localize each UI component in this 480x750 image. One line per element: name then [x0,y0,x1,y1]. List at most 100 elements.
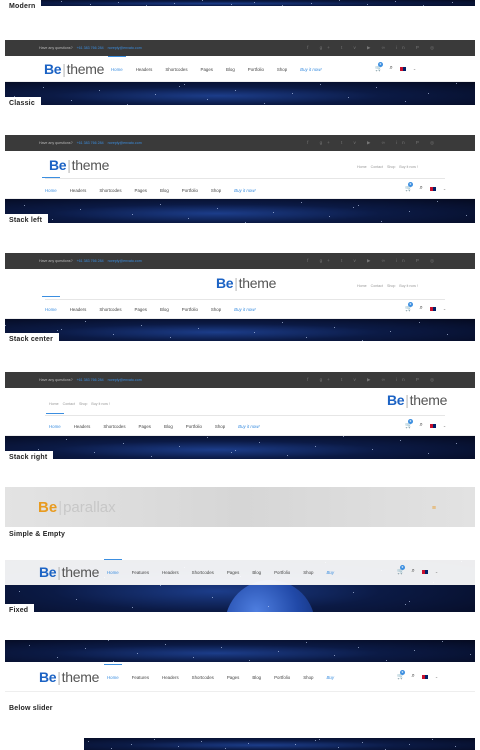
social-icons[interactable]: f g+ t v ▶ ∞ in P ◎ [307,377,439,383]
parallax-logo[interactable]: Be|parallax [38,499,116,516]
menu-item-blog[interactable]: Blog [160,307,169,312]
menu-item-blog[interactable]: Blog [252,675,261,680]
menu-item-blog[interactable]: Blog [160,188,169,193]
top-link-buy[interactable]: Buy it now ! [399,284,418,288]
menu-item-shortcodes[interactable]: Shortcodes [192,570,214,575]
language-flag-icon[interactable] [399,66,406,71]
menu-item-shop[interactable]: Shop [215,424,225,429]
menu-item-headers[interactable]: Headers [136,67,153,72]
menu-item-shortcodes[interactable]: Shortcodes [165,67,187,72]
menu-item-shop[interactable]: Shop [211,307,221,312]
menu-item-portfolio[interactable]: Portfolio [274,570,290,575]
menu-item-shortcodes[interactable]: Shortcodes [99,188,121,193]
cart-icon[interactable]: 🛒 0 [397,670,405,680]
social-icons[interactable]: f g+ t v ▶ ∞ in P ◎ [307,45,439,51]
chevron-down-icon[interactable]: ⌄ [443,186,446,191]
cart-icon[interactable]: 🛒 0 [397,565,405,575]
cart-icon[interactable]: 🛒 0 [405,182,413,192]
language-flag-icon[interactable] [429,306,436,311]
menu-item-buy[interactable]: Buy [327,570,335,575]
menu-item-blog[interactable]: Blog [252,570,261,575]
menu-item-portfolio[interactable]: Portfolio [182,188,198,193]
top-link-home[interactable]: Home [49,402,59,406]
menu-item-headers[interactable]: Headers [70,307,87,312]
search-icon[interactable]: ⌕ [419,422,422,429]
menu-item-portfolio[interactable]: Portfolio [186,424,202,429]
top-link-shop[interactable]: Shop [387,165,395,169]
menu-item-shop[interactable]: Shop [303,675,313,680]
menu-item-shop[interactable]: Shop [211,188,221,193]
top-link-contact[interactable]: Contact [63,402,75,406]
chevron-down-icon[interactable]: ⌄ [413,66,416,71]
language-flag-icon[interactable] [421,674,428,679]
hamburger-menu-icon[interactable]: ≡ [432,505,436,512]
menu-item-headers[interactable]: Headers [74,424,91,429]
menu-item-buy[interactable]: Buy [327,675,335,680]
phone-link[interactable]: +61 383 766 284 [77,46,104,50]
top-link-contact[interactable]: Contact [371,165,383,169]
menu-item-headers[interactable]: Headers [162,675,179,680]
menu-item-home[interactable]: Home [104,664,122,680]
chevron-down-icon[interactable]: ⌄ [435,569,438,574]
language-flag-icon[interactable] [421,569,428,574]
email-link[interactable]: noreply@envato.com [108,46,142,50]
menu-item-features[interactable]: Features [132,675,149,680]
top-link-buy[interactable]: Buy it now ! [399,165,418,169]
menu-item-buy[interactable]: Buy it now! [234,307,255,312]
cart-icon[interactable]: 🛒 0 [405,419,413,429]
menu-item-pages[interactable]: Pages [139,424,151,429]
menu-item-home[interactable]: Home [108,56,126,72]
menu-item-blog[interactable]: Blog [164,424,173,429]
chevron-down-icon[interactable]: ⌄ [443,306,446,311]
site-logo[interactable]: Be|theme [39,669,99,685]
chevron-down-icon[interactable]: ⌄ [443,423,446,428]
menu-item-buy[interactable]: Buy it now! [238,424,259,429]
menu-item-portfolio[interactable]: Portfolio [182,307,198,312]
email-link[interactable]: noreply@envato.com [108,378,142,382]
menu-item-pages[interactable]: Pages [135,188,147,193]
top-link-buy[interactable]: Buy it now ! [91,402,110,406]
menu-item-shop[interactable]: Shop [277,67,287,72]
menu-item-blog[interactable]: Blog [226,67,235,72]
menu-item-features[interactable]: Features [132,570,149,575]
menu-item-home[interactable]: Home [42,177,60,193]
menu-item-shop[interactable]: Shop [303,570,313,575]
social-icons[interactable]: f g+ t v ▶ ∞ in P ◎ [307,258,439,264]
top-link-home[interactable]: Home [357,165,367,169]
menu-item-buy[interactable]: Buy it now! [234,188,255,193]
phone-link[interactable]: +61 383 766 284 [77,259,104,263]
cart-icon[interactable]: 🛒 0 [405,302,413,312]
menu-item-shortcodes[interactable]: Shortcodes [99,307,121,312]
email-link[interactable]: noreply@envato.com [108,141,142,145]
social-icons[interactable]: f g+ t v ▶ ∞ in P ◎ [307,140,439,146]
site-logo[interactable]: Be|theme [44,61,104,77]
search-icon[interactable]: ⌕ [419,185,422,192]
search-icon[interactable]: ⌕ [419,305,422,312]
menu-item-headers[interactable]: Headers [162,570,179,575]
language-flag-icon[interactable] [429,186,436,191]
menu-item-home[interactable]: Home [104,559,122,575]
search-icon[interactable]: ⌕ [411,568,414,575]
phone-link[interactable]: +61 383 766 284 [77,141,104,145]
site-logo[interactable]: Be|theme [387,392,447,408]
chevron-down-icon[interactable]: ⌄ [435,674,438,679]
menu-item-home[interactable]: Home [46,413,64,429]
site-logo[interactable]: Be|theme [49,157,109,173]
top-link-home[interactable]: Home [357,284,367,288]
menu-item-buy[interactable]: Buy it now! [300,67,321,72]
menu-item-home[interactable]: Home [42,296,60,312]
email-link[interactable]: noreply@envato.com [108,259,142,263]
menu-item-pages[interactable]: Pages [227,675,239,680]
top-link-shop[interactable]: Shop [387,284,395,288]
menu-item-pages[interactable]: Pages [201,67,213,72]
cart-icon[interactable]: 🛒 0 [375,62,383,72]
phone-link[interactable]: +61 383 766 284 [77,378,104,382]
search-icon[interactable]: ⌕ [389,65,392,72]
menu-item-shortcodes[interactable]: Shortcodes [103,424,125,429]
top-link-contact[interactable]: Contact [371,284,383,288]
site-logo[interactable]: Be|theme [216,275,276,291]
menu-item-shortcodes[interactable]: Shortcodes [192,675,214,680]
menu-item-portfolio[interactable]: Portfolio [248,67,264,72]
menu-item-headers[interactable]: Headers [70,188,87,193]
menu-item-pages[interactable]: Pages [227,570,239,575]
